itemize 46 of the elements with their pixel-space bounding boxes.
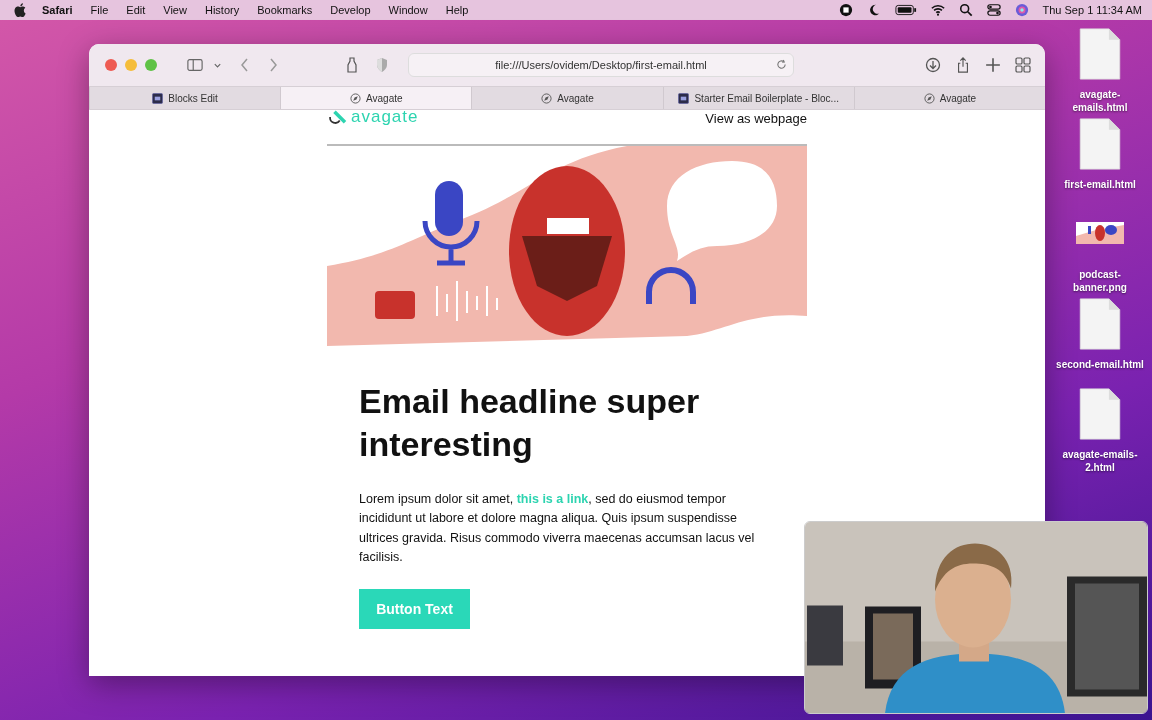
- logo-mark-icon: [327, 110, 349, 124]
- download-icon[interactable]: [925, 57, 941, 73]
- browser-tab[interactable]: Avagate: [853, 87, 1045, 109]
- menu-item[interactable]: Edit: [126, 4, 146, 16]
- compass-icon: [541, 92, 553, 104]
- close-button[interactable]: [105, 59, 117, 71]
- logo: avagate: [351, 110, 419, 126]
- file-name[interactable]: avagate-emails.html: [1054, 88, 1146, 114]
- address-bar[interactable]: file:///Users/ovidem/Desktop/first-email.html: [408, 53, 794, 77]
- reload-icon[interactable]: [776, 59, 787, 70]
- tab-overview-icon[interactable]: [1015, 57, 1031, 73]
- menu-item[interactable]: Develop: [330, 4, 371, 16]
- search-icon[interactable]: [958, 3, 973, 17]
- view-webpage-link[interactable]: View as webpage: [705, 110, 807, 128]
- plus-icon[interactable]: [985, 57, 1001, 73]
- menu-item[interactable]: File: [90, 4, 109, 16]
- browser-tab[interactable]: Avagate: [280, 87, 472, 109]
- file-name[interactable]: podcast-banner.png: [1054, 268, 1146, 294]
- email-headline: Email headline super interesting: [359, 381, 701, 465]
- file-name[interactable]: first-email.html: [1054, 178, 1146, 191]
- compass-icon: [923, 92, 935, 104]
- menu-item[interactable]: Help: [445, 4, 469, 16]
- menu-item[interactable]: Safari: [42, 4, 73, 16]
- wifi-icon[interactable]: [930, 3, 945, 17]
- file-name[interactable]: second-email.html: [1054, 358, 1146, 371]
- menu-item[interactable]: Window: [388, 4, 428, 16]
- compass-icon: [350, 92, 362, 104]
- file-name[interactable]: avagate-emails-2.html: [1054, 448, 1146, 474]
- browser-tab[interactable]: Avagate: [471, 87, 663, 109]
- menu-clock[interactable]: Thu Sep 1 11:34 AM: [1042, 4, 1142, 16]
- app-icon: [152, 92, 164, 104]
- browser-tab[interactable]: Starter Email Boilerplate - Bloc...: [662, 87, 854, 109]
- app-icon: [678, 92, 690, 104]
- body-paragraph: Lorem ipsum dolor sit amet, this is a link, sed do eiusmod tempor incididunt ut labore et dolore magna aliqua. Quis ipsum suspendisse ultrices gravida. Risus commodo viverra maecenas accumsan lacus vel facilisis.: [359, 491, 756, 566]
- stop-record-icon[interactable]: [838, 3, 853, 17]
- battery-icon[interactable]: [894, 3, 917, 17]
- menu-item[interactable]: History: [204, 4, 240, 16]
- share-icon[interactable]: [955, 57, 971, 73]
- bottle-icon[interactable]: [344, 57, 360, 73]
- image-thumbnail-icon[interactable]: [1076, 222, 1124, 244]
- siri-icon[interactable]: [1014, 3, 1029, 17]
- menu-item[interactable]: Bookmarks: [257, 4, 313, 16]
- sidebar-icon[interactable]: [187, 57, 203, 73]
- control-center-icon[interactable]: [986, 3, 1001, 17]
- menu-item[interactable]: View: [163, 4, 187, 16]
- apple-icon[interactable]: [14, 3, 26, 17]
